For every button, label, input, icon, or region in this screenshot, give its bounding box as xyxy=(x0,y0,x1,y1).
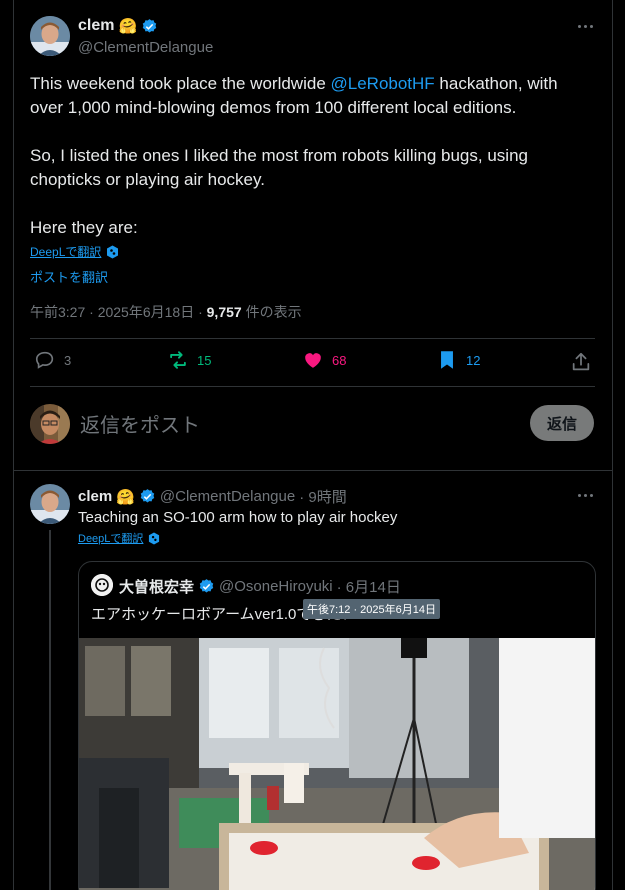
more-options-icon[interactable] xyxy=(578,18,594,34)
post-time[interactable]: · 9時間 xyxy=(299,486,347,507)
bookmark-count: 12 xyxy=(466,352,481,368)
author-handle[interactable]: @ClementDelangue xyxy=(78,39,213,56)
current-user-avatar[interactable] xyxy=(30,404,70,444)
author-avatar[interactable] xyxy=(30,484,70,524)
deepl-translate-link[interactable]: DeepLで翻訳 xyxy=(30,243,101,260)
media-video[interactable] xyxy=(79,638,595,890)
bookmark-action[interactable]: 12 xyxy=(436,349,480,371)
repost-count: 15 xyxy=(197,352,212,368)
deepl-icon xyxy=(149,532,160,544)
reply-icon xyxy=(35,351,54,369)
avatar-image xyxy=(30,16,70,56)
bookmark-icon xyxy=(441,351,453,369)
avatar-image xyxy=(91,574,113,596)
author-handle[interactable]: @ClementDelangue xyxy=(160,488,295,505)
quoted-author-avatar xyxy=(91,574,113,596)
more-options-icon[interactable] xyxy=(578,487,594,503)
hugging-face-emoji-icon: 🤗 xyxy=(116,488,135,506)
mention-link[interactable]: @LeRobotHF xyxy=(331,74,435,93)
tweet-body: This weekend took place the worldwide @L… xyxy=(30,72,590,120)
like-action[interactable]: 68 xyxy=(302,349,346,371)
deepl-icon xyxy=(107,245,119,258)
view-count-suffix: 件の表示 xyxy=(241,304,302,320)
reply-input[interactable]: 返信をポスト xyxy=(80,409,500,438)
hugging-face-emoji-icon: 🤗 xyxy=(118,18,138,35)
quoted-tweet-card[interactable]: 大曽根宏幸 @OsoneHiroyuki · 6月14日 エアホッケーロボアーム… xyxy=(78,561,596,890)
tweet-text-start: This weekend took place the worldwide xyxy=(30,74,331,93)
reply-button[interactable]: 返信 xyxy=(530,405,594,441)
video-thumbnail xyxy=(79,638,595,890)
verified-badge-icon xyxy=(199,579,214,593)
verified-badge-icon xyxy=(140,489,155,503)
timestamp-tooltip: 午後7:12 · 2025年6月14日 xyxy=(303,599,441,619)
divider xyxy=(30,338,595,339)
author-name[interactable]: clem xyxy=(78,488,112,505)
author-avatar[interactable] xyxy=(30,16,70,56)
quoted-post-date: · 6月14日 xyxy=(336,579,401,596)
quoted-author-name: 大曽根宏幸 xyxy=(119,579,195,596)
thread-line xyxy=(49,530,51,890)
heart-icon xyxy=(305,353,321,368)
section-divider xyxy=(14,470,612,471)
reply-action[interactable]: 3 xyxy=(34,349,71,371)
divider xyxy=(30,386,595,387)
share-button[interactable] xyxy=(570,351,592,378)
tweet-text: Teaching an SO-100 arm how to play air h… xyxy=(78,509,398,526)
share-icon xyxy=(572,352,590,371)
tweet-paragraph-2: So, I listed the ones I liked the most f… xyxy=(30,146,528,189)
post-timestamp[interactable]: 午前3:27 · 2025年6月18日 · xyxy=(30,304,207,320)
repost-icon xyxy=(170,351,186,369)
reply-count: 3 xyxy=(64,352,72,368)
repost-action[interactable]: 15 xyxy=(167,349,211,371)
tweet-metadata: 午前3:27 · 2025年6月18日 · 9,757 件の表示 xyxy=(30,302,302,322)
quoted-author-handle: @OsoneHiroyuki xyxy=(219,578,333,595)
deepl-translate-link[interactable]: DeepLで翻訳 xyxy=(78,530,143,546)
avatar-image xyxy=(30,404,70,444)
avatar-image xyxy=(30,484,70,524)
view-count: 9,757 xyxy=(206,304,242,320)
tweet-paragraph-3: Here they are: xyxy=(30,218,138,237)
verified-badge-icon xyxy=(142,18,157,33)
like-count: 68 xyxy=(332,352,347,368)
translate-post-link[interactable]: ポストを翻訳 xyxy=(30,267,108,286)
author-name[interactable]: clem xyxy=(78,17,114,35)
